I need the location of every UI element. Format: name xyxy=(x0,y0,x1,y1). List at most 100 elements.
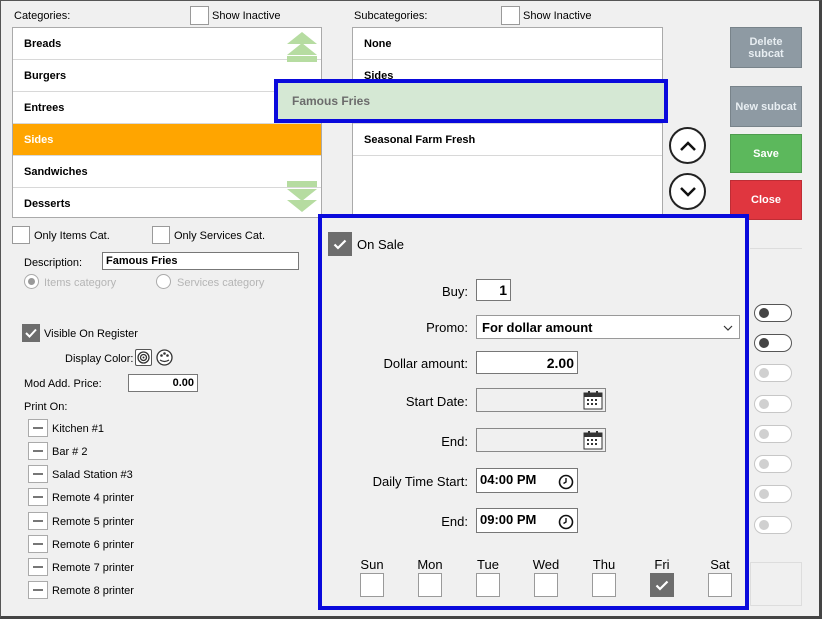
day-checkbox-tue[interactable] xyxy=(476,573,500,597)
end-date-label: End: xyxy=(441,434,468,449)
day-checkbox-thu[interactable] xyxy=(592,573,616,597)
scroll-up-icon[interactable] xyxy=(286,30,318,67)
printer-checkbox[interactable] xyxy=(28,558,48,576)
toggle-switch[interactable] xyxy=(754,334,792,352)
day-checkbox-sat[interactable] xyxy=(708,573,732,597)
only-services-label: Only Services Cat. xyxy=(174,230,266,242)
categories-show-inactive-label: Show Inactive xyxy=(212,10,281,22)
visible-on-register-label: Visible On Register xyxy=(44,328,138,340)
promo-select[interactable]: For dollar amount xyxy=(476,315,740,339)
day-label-mon: Mon xyxy=(417,557,443,572)
subcategory-label: Famous Fries xyxy=(292,94,371,108)
divider xyxy=(750,248,802,249)
clock-icon[interactable] xyxy=(558,474,574,490)
print-on-label: Print On: xyxy=(24,401,68,413)
chevron-up-icon xyxy=(679,140,696,151)
move-up-button[interactable] xyxy=(669,127,706,164)
subcategory-row-none[interactable]: None xyxy=(353,28,662,60)
printer-checkbox[interactable] xyxy=(28,442,48,460)
check-icon xyxy=(333,239,347,250)
category-row-desserts[interactable]: Desserts xyxy=(13,188,321,220)
toggle-switch[interactable] xyxy=(754,485,792,503)
start-date-label: Start Date: xyxy=(405,394,468,409)
subcategories-show-inactive-checkbox[interactable] xyxy=(501,6,520,25)
printer-checkbox[interactable] xyxy=(28,465,48,483)
subcategory-row-famous-fries[interactable]: Famous Fries xyxy=(274,79,668,123)
toggle-switch[interactable] xyxy=(754,304,792,322)
dollar-amount-input[interactable]: 2.00 xyxy=(476,351,578,374)
day-checkbox-wed[interactable] xyxy=(534,573,558,597)
toggle-switch[interactable] xyxy=(754,425,792,443)
display-color-label: Display Color: xyxy=(65,353,134,365)
category-label: Sandwiches xyxy=(24,165,88,178)
toggle-switch[interactable] xyxy=(754,455,792,473)
toggle-switch[interactable] xyxy=(754,516,792,534)
services-category-label: Services category xyxy=(177,277,265,289)
printer-label: Bar # 2 xyxy=(52,446,88,458)
day-checkbox-sun[interactable] xyxy=(360,573,384,597)
scroll-down-icon[interactable] xyxy=(286,181,318,218)
palette-icon[interactable] xyxy=(156,349,173,366)
day-label-tue: Tue xyxy=(477,557,499,572)
daily-time-end-input[interactable]: 09:00 PM xyxy=(476,508,578,533)
check-icon xyxy=(25,328,37,338)
services-category-radio[interactable] xyxy=(156,274,171,289)
category-row-sides[interactable]: Sides xyxy=(13,124,321,156)
day-label-fri: Fri xyxy=(654,557,670,572)
category-label: Burgers xyxy=(24,69,67,82)
printer-checkbox[interactable] xyxy=(28,512,48,530)
daily-time-start-input[interactable]: 04:00 PM xyxy=(476,468,578,493)
side-panel xyxy=(750,562,802,606)
printer-checkbox[interactable] xyxy=(28,581,48,599)
printer-label: Remote 5 printer xyxy=(52,516,134,528)
promo-selected-value: For dollar amount xyxy=(482,319,593,335)
toggle-switch[interactable] xyxy=(754,364,792,382)
printer-label: Kitchen #1 xyxy=(52,423,104,435)
on-sale-checkbox[interactable] xyxy=(328,232,352,256)
mod-add-price-input[interactable]: 0.00 xyxy=(128,374,198,392)
printer-label: Remote 6 printer xyxy=(52,539,134,551)
printer-label: Salad Station #3 xyxy=(52,469,133,481)
only-services-checkbox[interactable] xyxy=(152,226,170,244)
description-input[interactable]: Famous Fries xyxy=(102,252,299,270)
day-label-wed: Wed xyxy=(532,557,560,572)
chevron-down-icon xyxy=(723,325,733,331)
start-date-input[interactable] xyxy=(476,388,606,412)
save-button[interactable]: Save xyxy=(730,134,802,173)
category-label: Breads xyxy=(24,37,62,50)
move-down-button[interactable] xyxy=(669,173,706,210)
clock-icon[interactable] xyxy=(558,514,574,530)
on-sale-panel: On Sale Buy: 1 Promo: For dollar amount … xyxy=(318,214,749,610)
printer-label: Remote 4 printer xyxy=(52,492,134,504)
calendar-icon[interactable] xyxy=(583,390,603,410)
category-row-breads[interactable]: Breads xyxy=(13,28,321,60)
buy-input[interactable]: 1 xyxy=(476,279,511,301)
printer-checkbox[interactable] xyxy=(28,419,48,437)
day-checkbox-mon[interactable] xyxy=(418,573,442,597)
calendar-icon[interactable] xyxy=(583,430,603,450)
subcategories-show-inactive-label: Show Inactive xyxy=(523,10,592,22)
end-date-input[interactable] xyxy=(476,428,606,452)
categories-header: Categories: xyxy=(14,10,71,22)
time-end-value: 09:00 PM xyxy=(480,512,537,527)
new-subcat-button[interactable]: New subcat xyxy=(730,86,802,127)
visible-on-register-checkbox[interactable] xyxy=(22,324,40,342)
only-items-checkbox[interactable] xyxy=(12,226,30,244)
promo-label: Promo: xyxy=(426,320,468,335)
only-items-label: Only Items Cat. xyxy=(34,230,110,242)
category-row-sandwiches[interactable]: Sandwiches xyxy=(13,156,321,188)
category-label: Sides xyxy=(24,133,54,146)
printer-checkbox[interactable] xyxy=(28,535,48,553)
daily-time-start-label: Daily Time Start: xyxy=(372,474,468,489)
items-category-radio[interactable] xyxy=(24,274,39,289)
color-target-icon[interactable] xyxy=(135,349,152,366)
printer-checkbox[interactable] xyxy=(28,488,48,506)
subcategory-row-seasonal[interactable]: Seasonal Farm Fresh xyxy=(353,124,662,156)
description-label: Description: xyxy=(24,257,83,269)
toggle-switch[interactable] xyxy=(754,395,792,413)
delete-subcat-button[interactable]: Delete subcat xyxy=(730,27,802,68)
categories-show-inactive-checkbox[interactable] xyxy=(190,6,209,25)
printer-label: Remote 7 printer xyxy=(52,562,134,574)
day-checkbox-fri[interactable] xyxy=(650,573,674,597)
chevron-down-icon xyxy=(679,186,696,197)
